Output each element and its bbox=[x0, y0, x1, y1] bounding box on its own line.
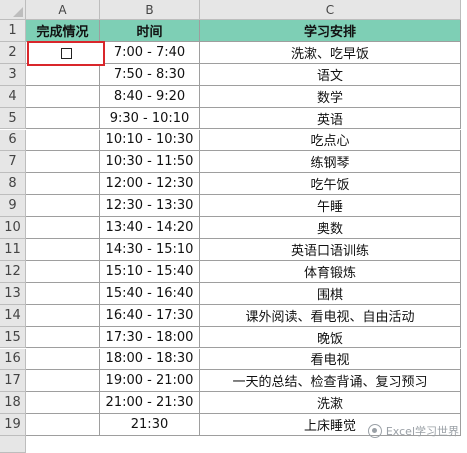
schedule-cell[interactable]: 练钢琴 bbox=[200, 151, 461, 174]
completion-cell[interactable] bbox=[26, 326, 100, 349]
schedule-cell[interactable]: 语文 bbox=[200, 63, 461, 86]
row-header-19[interactable]: 19 bbox=[0, 414, 26, 437]
watermark-text: Excel学习世界 bbox=[385, 425, 459, 438]
time-cell[interactable]: 7:00 - 7:40 bbox=[100, 41, 200, 64]
header-time[interactable]: 时间 bbox=[100, 20, 200, 42]
spreadsheet-grid: A B C 1 2 3 4 5 6 7 8 9 10 11 12 13 14 15 16 17 18 19 完成情况 时间 学习… bbox=[0, 0, 467, 453]
completion-cell[interactable] bbox=[26, 304, 100, 327]
schedule-cell[interactable]: 英语口语训练 bbox=[200, 239, 461, 261]
select-all-corner[interactable] bbox=[0, 0, 26, 20]
completion-cell[interactable] bbox=[26, 173, 100, 196]
row-header-9[interactable]: 9 bbox=[0, 195, 26, 218]
row-header-16[interactable]: 16 bbox=[0, 348, 26, 371]
completion-cell[interactable] bbox=[26, 370, 100, 393]
time-cell[interactable]: 7:50 - 8:30 bbox=[100, 63, 200, 86]
completion-cell[interactable] bbox=[26, 85, 100, 108]
schedule-cell[interactable]: 晚饭 bbox=[200, 326, 461, 349]
time-cell[interactable]: 14:30 - 15:10 bbox=[100, 239, 200, 261]
time-cell[interactable]: 18:00 - 18:30 bbox=[100, 348, 200, 371]
selected-cell-a2[interactable] bbox=[27, 40, 105, 66]
row-header-3[interactable]: 3 bbox=[0, 63, 26, 86]
schedule-cell[interactable]: 洗漱、吃早饭 bbox=[200, 41, 461, 64]
completion-cell[interactable] bbox=[26, 195, 100, 218]
schedule-cell[interactable]: 吃点心 bbox=[200, 129, 461, 152]
completion-cell[interactable] bbox=[26, 282, 100, 305]
time-cell[interactable]: 9:30 - 10:10 bbox=[100, 107, 200, 130]
time-cell[interactable]: 15:10 - 15:40 bbox=[100, 260, 200, 283]
time-cell[interactable]: 17:30 - 18:00 bbox=[100, 326, 200, 349]
column-header-a[interactable]: A bbox=[26, 0, 100, 20]
row-header-empty bbox=[0, 436, 26, 453]
schedule-cell[interactable]: 英语 bbox=[200, 107, 461, 130]
time-cell[interactable]: 12:00 - 12:30 bbox=[100, 173, 200, 196]
time-cell[interactable]: 13:40 - 14:20 bbox=[100, 217, 200, 239]
completion-cell[interactable] bbox=[26, 348, 100, 371]
schedule-cell[interactable]: 课外阅读、看电视、自由活动 bbox=[200, 304, 461, 327]
row-header-1[interactable]: 1 bbox=[0, 20, 26, 42]
schedule-cell[interactable]: 一天的总结、检查背诵、复习预习 bbox=[200, 370, 461, 393]
header-completion[interactable]: 完成情况 bbox=[26, 20, 100, 42]
completion-cell[interactable] bbox=[26, 151, 100, 174]
row-header-11[interactable]: 11 bbox=[0, 239, 26, 261]
completion-cell[interactable] bbox=[26, 217, 100, 239]
row-header-4[interactable]: 4 bbox=[0, 85, 26, 108]
row-header-14[interactable]: 14 bbox=[0, 304, 26, 327]
time-cell[interactable]: 10:10 - 10:30 bbox=[100, 129, 200, 152]
time-cell[interactable]: 8:40 - 9:20 bbox=[100, 85, 200, 108]
time-cell[interactable]: 19:00 - 21:00 bbox=[100, 370, 200, 393]
row-header-13[interactable]: 13 bbox=[0, 282, 26, 305]
wechat-account-icon bbox=[367, 424, 382, 438]
completion-cell[interactable] bbox=[26, 414, 100, 437]
row-header-15[interactable]: 15 bbox=[0, 326, 26, 349]
row-header-5[interactable]: 5 bbox=[0, 107, 26, 130]
row-header-2[interactable]: 2 bbox=[0, 41, 26, 64]
row-header-10[interactable]: 10 bbox=[0, 217, 26, 239]
schedule-cell[interactable]: 午睡 bbox=[200, 195, 461, 218]
schedule-cell[interactable]: 围棋 bbox=[200, 282, 461, 305]
watermark: Excel学习世界 bbox=[367, 423, 459, 439]
completion-cell[interactable] bbox=[26, 129, 100, 152]
time-cell[interactable]: 12:30 - 13:30 bbox=[100, 195, 200, 218]
header-schedule[interactable]: 学习安排 bbox=[200, 20, 461, 42]
schedule-cell[interactable]: 数学 bbox=[200, 85, 461, 108]
row-header-7[interactable]: 7 bbox=[0, 151, 26, 174]
time-cell[interactable]: 16:40 - 17:30 bbox=[100, 304, 200, 327]
time-cell[interactable]: 21:00 - 21:30 bbox=[100, 392, 200, 415]
completion-cell[interactable] bbox=[26, 239, 100, 261]
row-header-6[interactable]: 6 bbox=[0, 129, 26, 152]
schedule-cell[interactable]: 吃午饭 bbox=[200, 173, 461, 196]
schedule-cell[interactable]: 看电视 bbox=[200, 348, 461, 371]
completion-checkbox[interactable] bbox=[60, 47, 72, 59]
column-header-b[interactable]: B bbox=[100, 0, 200, 20]
schedule-cell[interactable]: 洗漱 bbox=[200, 392, 461, 415]
row-header-8[interactable]: 8 bbox=[0, 173, 26, 196]
time-cell[interactable]: 15:40 - 16:40 bbox=[100, 282, 200, 305]
column-header-c[interactable]: C bbox=[200, 0, 461, 20]
row-header-18[interactable]: 18 bbox=[0, 392, 26, 415]
schedule-cell[interactable]: 奥数 bbox=[200, 217, 461, 239]
schedule-cell[interactable]: 体育锻炼 bbox=[200, 260, 461, 283]
row-header-17[interactable]: 17 bbox=[0, 370, 26, 393]
row-header-12[interactable]: 12 bbox=[0, 260, 26, 283]
time-cell[interactable]: 21:30 bbox=[100, 414, 200, 437]
completion-cell[interactable] bbox=[26, 260, 100, 283]
completion-cell[interactable] bbox=[26, 107, 100, 130]
completion-cell[interactable] bbox=[26, 392, 100, 415]
time-cell[interactable]: 10:30 - 11:50 bbox=[100, 151, 200, 174]
completion-cell[interactable] bbox=[26, 63, 100, 86]
